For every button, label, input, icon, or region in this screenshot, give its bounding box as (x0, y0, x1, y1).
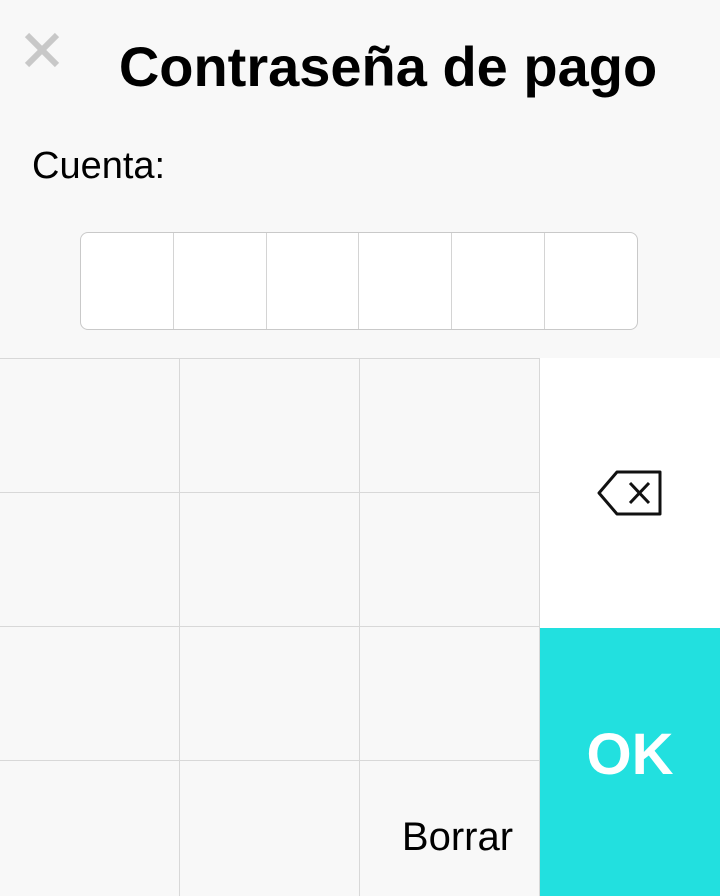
pin-input[interactable] (80, 232, 638, 330)
account-label: Cuenta: (32, 145, 166, 187)
backspace-icon (597, 470, 662, 516)
keypad-key[interactable] (360, 358, 540, 492)
dialog-title: Contraseña de pago (118, 35, 658, 98)
keypad-key[interactable] (180, 626, 360, 760)
keypad-key[interactable] (0, 358, 180, 492)
keypad-actions: OK (540, 358, 720, 896)
keypad-key[interactable] (0, 626, 180, 760)
keypad-key[interactable] (0, 760, 180, 896)
payment-password-dialog: Contraseña de pago Cuenta: Borrar OK (0, 0, 720, 896)
pin-digit-6 (545, 233, 637, 329)
pin-digit-2 (174, 233, 267, 329)
keypad-key[interactable] (180, 492, 360, 626)
keypad-key[interactable] (180, 358, 360, 492)
keypad-key[interactable] (360, 492, 540, 626)
clear-button[interactable]: Borrar (360, 760, 540, 896)
numeric-keypad: Borrar (0, 358, 540, 896)
pin-digit-1 (81, 233, 174, 329)
pin-digit-5 (452, 233, 546, 329)
keypad-key[interactable] (0, 492, 180, 626)
pin-digit-3 (267, 233, 360, 329)
pin-digit-4 (359, 233, 453, 329)
keypad-key[interactable] (360, 626, 540, 760)
dialog-header: Contraseña de pago (0, 0, 720, 130)
ok-button[interactable]: OK (540, 628, 720, 896)
keypad-key[interactable] (180, 760, 360, 896)
backspace-button[interactable] (540, 358, 720, 628)
